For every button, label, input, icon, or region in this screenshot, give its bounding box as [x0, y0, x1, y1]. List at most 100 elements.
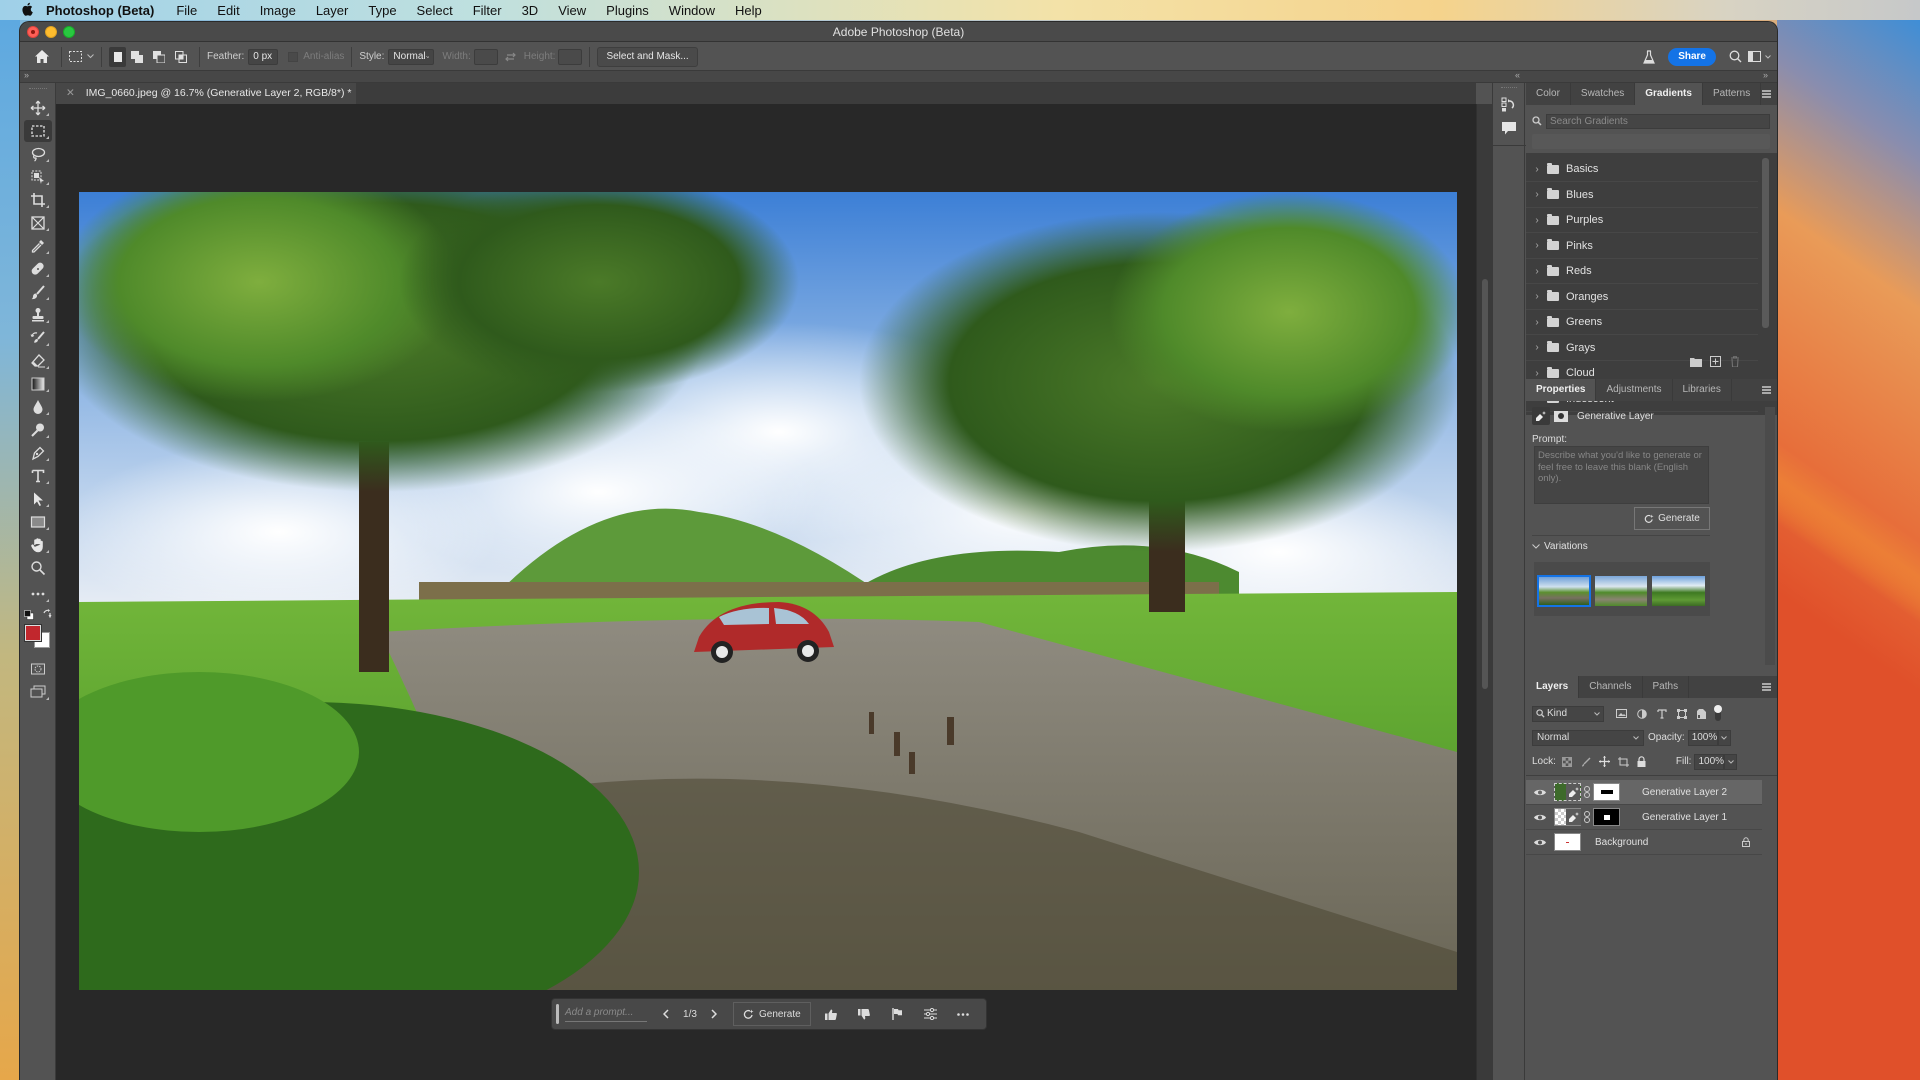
blend-mode-select[interactable]: Normal [1532, 729, 1644, 746]
chevron-right-icon[interactable]: › [1530, 342, 1544, 353]
eye-icon[interactable] [1533, 813, 1547, 822]
select-and-mask-button[interactable]: Select and Mask... [597, 46, 698, 67]
properties-generate-button[interactable]: Generate [1634, 507, 1710, 530]
chevron-right-icon[interactable]: › [1530, 189, 1544, 200]
history-panel-button[interactable] [1501, 97, 1519, 115]
report-button[interactable] [881, 1008, 914, 1020]
menu-layer[interactable]: Layer [316, 3, 349, 18]
tab-paths[interactable]: Paths [1643, 676, 1690, 698]
comments-panel-button[interactable] [1501, 121, 1519, 139]
gradient-tool[interactable] [24, 373, 52, 395]
lock-transparency-icon[interactable] [1561, 756, 1572, 767]
swap-colors-button[interactable] [42, 609, 53, 620]
document-tab[interactable]: ✕ IMG_0660.jpeg @ 16.7% (Generative Laye… [56, 83, 356, 104]
tab-libraries[interactable]: Libraries [1673, 379, 1732, 401]
variations-toggle[interactable]: Variations [1532, 541, 1588, 552]
lock-all-icon[interactable] [1637, 756, 1646, 767]
rectangle-tool[interactable] [24, 511, 52, 533]
gradient-list-scrollbar[interactable] [1762, 158, 1769, 328]
rectangular-marquee-tool[interactable] [24, 120, 52, 142]
height-input[interactable] [558, 48, 583, 65]
hand-tool[interactable] [24, 534, 52, 556]
new-gradient-icon[interactable] [1710, 356, 1721, 367]
filter-kind-select[interactable]: Kind [1532, 705, 1604, 722]
swap-dimensions-button[interactable] [498, 52, 524, 62]
app-menu[interactable]: Photoshop (Beta) [46, 3, 154, 18]
strip-grip[interactable] [1501, 87, 1517, 89]
lock-position-icon[interactable] [1598, 756, 1610, 767]
path-selection-tool[interactable] [24, 488, 52, 510]
layer-mask-thumbnail[interactable] [1593, 808, 1620, 826]
default-colors-button[interactable] [24, 610, 34, 620]
tab-layers[interactable]: Layers [1526, 676, 1580, 698]
width-input[interactable] [473, 48, 498, 65]
document-image[interactable] [79, 192, 1457, 990]
chevron-right-icon[interactable]: › [1530, 368, 1544, 379]
pixel-layer-filter-icon[interactable] [1616, 709, 1627, 718]
layer-mask-thumbnail[interactable] [1593, 783, 1620, 801]
lock-artboard-icon[interactable] [1617, 756, 1629, 767]
menu-file[interactable]: File [176, 3, 197, 18]
panel-menu-icon[interactable] [1762, 90, 1771, 98]
previous-variation-button[interactable] [657, 1009, 675, 1019]
shape-filter-icon[interactable] [1677, 708, 1687, 719]
properties-scrollbar-track[interactable] [1765, 407, 1775, 665]
dodge-tool[interactable] [24, 419, 52, 441]
apple-logo-icon[interactable] [17, 2, 37, 19]
tab-color[interactable]: Color [1526, 83, 1571, 105]
quick-mask-button[interactable] [24, 658, 52, 680]
eye-icon[interactable] [1533, 788, 1547, 797]
chevron-right-icon[interactable]: › [1530, 291, 1544, 302]
type-tool[interactable] [24, 465, 52, 487]
screen-mode-button[interactable] [24, 681, 52, 703]
menu-3d[interactable]: 3D [522, 3, 539, 18]
antialias-checkbox[interactable] [288, 51, 299, 62]
layer-row-background[interactable]: Background [1526, 830, 1762, 855]
menu-help[interactable]: Help [735, 3, 762, 18]
close-document-icon[interactable]: ✕ [66, 87, 75, 99]
gradient-folder-basics[interactable]: › Basics [1526, 157, 1758, 182]
chevron-right-icon[interactable]: › [1530, 164, 1544, 175]
intersect-selection-button[interactable] [170, 50, 192, 63]
minimize-window-button[interactable] [45, 26, 57, 38]
search-button[interactable] [1722, 50, 1748, 63]
adjustment-filter-icon[interactable] [1637, 708, 1647, 719]
workspace-switcher[interactable] [1748, 51, 1771, 62]
thumbs-down-button[interactable] [848, 1008, 881, 1020]
move-tool[interactable] [24, 97, 52, 119]
foreground-color-swatch[interactable] [24, 624, 42, 642]
toolbar-grip[interactable] [29, 88, 47, 90]
history-brush-tool[interactable] [24, 327, 52, 349]
fill-dropdown[interactable] [1724, 753, 1738, 770]
gradient-folder-oranges[interactable]: › Oranges [1526, 285, 1758, 310]
smart-object-filter-icon[interactable] [1697, 708, 1706, 719]
tab-gradients[interactable]: Gradients [1635, 83, 1703, 105]
zoom-window-button[interactable] [63, 26, 75, 38]
variation-thumb-2[interactable] [1595, 576, 1647, 606]
lock-icon[interactable] [1742, 837, 1750, 847]
object-selection-tool[interactable] [24, 166, 52, 188]
opacity-input[interactable]: 100% [1687, 729, 1718, 746]
tab-patterns[interactable]: Patterns [1703, 83, 1762, 105]
delete-icon[interactable] [1730, 356, 1740, 367]
scrollbar-thumb[interactable] [1482, 279, 1488, 689]
new-selection-button[interactable] [109, 46, 126, 67]
collapse-icon-strip-button[interactable]: « [1515, 70, 1520, 80]
layer-row-generative-layer-2[interactable]: Generative Layer 2 [1526, 780, 1762, 805]
next-variation-button[interactable] [705, 1009, 723, 1019]
prompt-input[interactable]: Add a prompt... [565, 1007, 647, 1022]
frame-tool[interactable] [24, 212, 52, 234]
layer-row-generative-layer-1[interactable]: Generative Layer 1 [1526, 805, 1762, 830]
variation-thumb-1[interactable] [1537, 575, 1591, 607]
brush-tool[interactable] [24, 281, 52, 303]
home-button[interactable] [30, 50, 54, 63]
search-gradients-input[interactable]: Search Gradients [1546, 113, 1770, 129]
lasso-tool[interactable] [24, 143, 52, 165]
tab-adjustments[interactable]: Adjustments [1596, 379, 1673, 401]
edit-toolbar-button[interactable] [24, 583, 52, 605]
opacity-dropdown[interactable] [1717, 729, 1731, 746]
link-icon[interactable] [1584, 786, 1590, 798]
thumbs-up-button[interactable] [815, 1009, 848, 1020]
link-icon[interactable] [1584, 811, 1590, 823]
spot-healing-tool[interactable] [24, 258, 52, 280]
